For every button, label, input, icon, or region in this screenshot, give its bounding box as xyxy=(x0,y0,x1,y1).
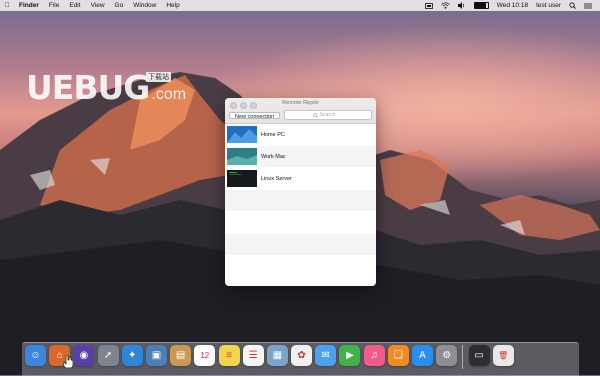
connection-thumbnail xyxy=(227,126,257,143)
menu-edit[interactable]: Edit xyxy=(64,2,85,9)
connection-thumbnail xyxy=(227,148,257,165)
dock-trash-icon[interactable]: 🗑 xyxy=(492,345,514,366)
menu-bar:  Finder File Edit View Go Window Help W… xyxy=(0,0,600,11)
window-titlebar[interactable]: Remote Ripple New connection xyxy=(225,98,376,124)
empty-row xyxy=(225,212,376,234)
watermark-text: UEBUG xyxy=(26,68,150,107)
volume-icon[interactable] xyxy=(454,2,470,9)
dock-preview-icon[interactable]: ▣ xyxy=(145,345,167,366)
remote-status-icon[interactable] xyxy=(421,2,437,9)
dock-separator xyxy=(462,345,464,369)
apple-icon[interactable]:  xyxy=(0,2,14,9)
new-connection-button[interactable]: New connection xyxy=(229,111,281,120)
menu-go[interactable]: Go xyxy=(110,2,129,9)
connection-row-work-mac[interactable]: Work Mac xyxy=(225,146,376,168)
watermark-badge: 下载站 xyxy=(146,72,171,82)
dock-reminders-icon[interactable]: ☰ xyxy=(242,345,264,366)
menu-file[interactable]: File xyxy=(44,2,64,9)
dock-safari-icon[interactable]: ✦ xyxy=(121,345,143,366)
connection-name: Work Mac xyxy=(261,153,286,160)
dock-stickies-icon[interactable]: ≡ xyxy=(218,345,240,366)
spotlight-search-icon[interactable] xyxy=(565,2,580,9)
dock: ☺ ⌂ ◉ ➚ ✦ ▣ ▤ 12 ≡ ☰ ▦ ✿ ✉ ▶ ♫ ❏ A ⚙ ▭ 🗑 xyxy=(22,342,579,376)
search-icon xyxy=(312,112,318,118)
dock-photos-icon[interactable]: ✿ xyxy=(291,345,313,366)
dock-system-preferences-icon[interactable]: ⚙ xyxy=(436,345,458,366)
window-toolbar: New connection xyxy=(229,110,372,120)
empty-row xyxy=(225,234,376,256)
connection-thumbnail xyxy=(227,170,257,187)
connection-row-linux-server[interactable]: Linux Server xyxy=(225,168,376,190)
empty-row xyxy=(225,256,376,278)
menu-help[interactable]: Help xyxy=(161,2,184,9)
remote-ripple-window: Remote Ripple New connection Home PC Wor… xyxy=(225,98,376,286)
clock[interactable]: Wed 10:18 xyxy=(493,2,532,9)
search-input[interactable] xyxy=(319,112,344,118)
connection-name: Home PC xyxy=(261,131,285,138)
watermark-domain: .com xyxy=(151,86,187,103)
dock-calendar-icon[interactable]: 12 xyxy=(194,345,216,366)
dock-app-store-icon[interactable]: A xyxy=(412,345,433,366)
wifi-icon[interactable] xyxy=(437,2,454,9)
notification-center-icon[interactable] xyxy=(580,3,596,9)
battery-icon[interactable] xyxy=(470,2,493,9)
search-field[interactable] xyxy=(284,110,372,120)
watermark-logo: UEBUG .com 下载站 xyxy=(26,68,186,107)
dock-siri-icon[interactable]: ◉ xyxy=(73,345,95,366)
dock-launchpad-icon[interactable]: ➚ xyxy=(97,345,119,366)
connection-name: Linux Server xyxy=(261,175,292,182)
dock-facetime-icon[interactable]: ▶ xyxy=(339,345,361,366)
dock-messages-icon[interactable]: ✉ xyxy=(315,345,337,366)
window-title: Remote Ripple xyxy=(282,100,319,106)
dock-finder-icon[interactable]: ☺ xyxy=(25,345,46,366)
dock-icons: ☺ ⌂ ◉ ➚ ✦ ▣ ▤ 12 ≡ ☰ ▦ ✿ ✉ ▶ ♫ ❏ A ⚙ ▭ 🗑 xyxy=(25,345,514,369)
user-name[interactable]: test user xyxy=(532,2,565,9)
dock-ibooks-icon[interactable]: ❏ xyxy=(387,345,409,366)
empty-row xyxy=(225,190,376,212)
menu-window[interactable]: Window xyxy=(128,2,161,9)
status-area: Wed 10:18 test user xyxy=(421,2,600,9)
dock-itunes-icon[interactable]: ♫ xyxy=(363,345,385,366)
hand-cursor-icon xyxy=(63,355,73,368)
menu-view[interactable]: View xyxy=(86,2,110,9)
connection-row-home-pc[interactable]: Home PC xyxy=(225,124,376,146)
connection-list: Home PC Work Mac Linux Server xyxy=(225,124,376,286)
dock-photo-booth-icon[interactable]: ▦ xyxy=(266,345,288,366)
dock-downloads-icon[interactable]: ▭ xyxy=(468,345,490,366)
menu-app-name[interactable]: Finder xyxy=(14,2,44,9)
dock-notes-icon[interactable]: ▤ xyxy=(170,345,192,366)
